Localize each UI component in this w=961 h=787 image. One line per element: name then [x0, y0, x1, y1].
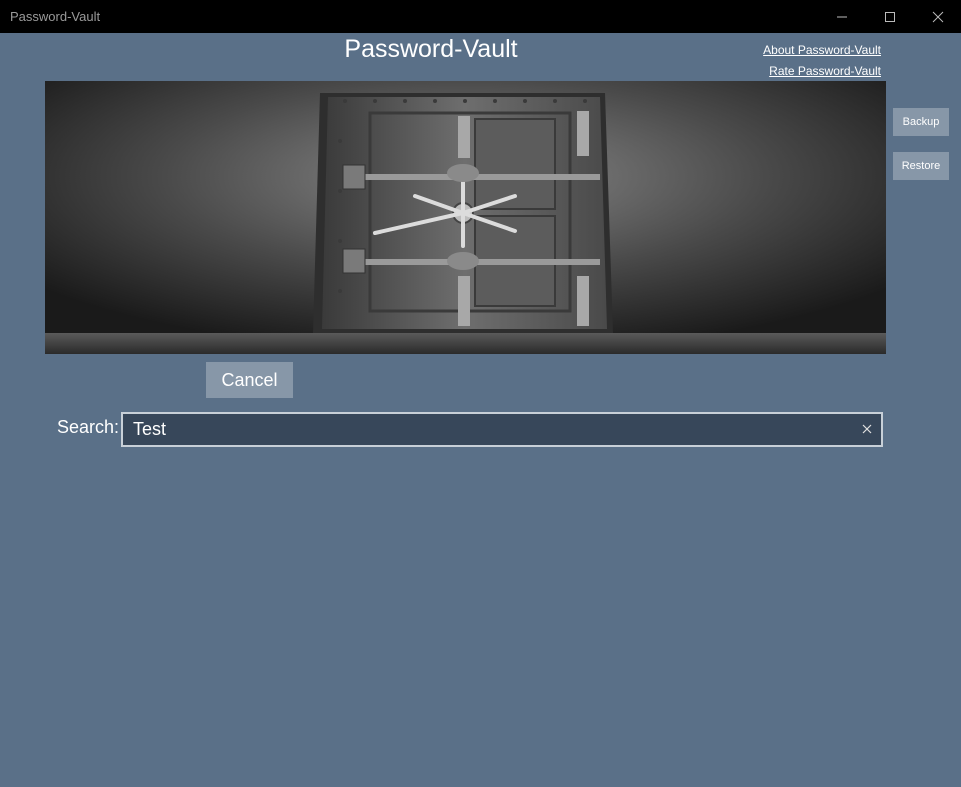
maximize-icon [885, 11, 895, 22]
page-title: Password-Vault [344, 35, 518, 63]
about-link[interactable]: About Password-Vault [763, 43, 881, 57]
clear-icon[interactable] [859, 421, 875, 437]
close-icon [932, 11, 944, 22]
cancel-button[interactable]: Cancel [206, 362, 293, 398]
rate-link[interactable]: Rate Password-Vault [769, 64, 881, 78]
search-input-value[interactable]: Test [133, 419, 166, 440]
backup-button[interactable]: Backup [893, 108, 949, 136]
minimize-button[interactable] [818, 0, 866, 33]
title-bar: Password-Vault [0, 0, 961, 33]
minimize-icon [837, 16, 847, 17]
search-label: Search: [57, 417, 120, 437]
window-title: Password-Vault [10, 9, 101, 24]
search-input[interactable]: Test [121, 412, 883, 447]
restore-button[interactable]: Restore [893, 152, 949, 180]
vault-door-illustration [45, 81, 886, 354]
close-button[interactable] [914, 0, 961, 33]
maximize-button[interactable] [866, 0, 914, 33]
vault-banner-image [45, 81, 886, 354]
